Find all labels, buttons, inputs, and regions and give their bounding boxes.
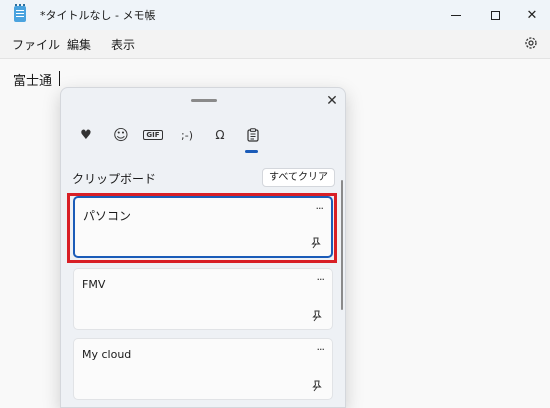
title-bar: *タイトルなし - メモ帳 ✕	[0, 0, 550, 30]
symbols-icon: Ω	[215, 128, 225, 142]
clipboard-item-text: My cloud	[82, 348, 132, 361]
close-icon: ✕	[326, 93, 338, 109]
notepad-icon	[14, 4, 26, 22]
window-title: *タイトルなし - メモ帳	[40, 9, 156, 22]
close-window-button[interactable]: ✕	[510, 0, 550, 30]
drag-handle[interactable]	[191, 99, 217, 102]
clipboard-item-text: FMV	[82, 278, 106, 291]
menu-bar: ファイル 編集 表示	[0, 30, 550, 58]
clipboard-item[interactable]: パソコン ···	[73, 196, 333, 258]
panel-scrollbar[interactable]	[341, 180, 343, 310]
selected-tab-indicator	[245, 150, 258, 153]
pin-icon[interactable]	[312, 310, 322, 322]
tab-symbols[interactable]: Ω	[209, 124, 231, 146]
more-options-icon[interactable]: ···	[316, 202, 324, 215]
panel-close-button[interactable]: ✕	[323, 92, 341, 110]
gif-icon: GIF	[143, 130, 163, 140]
pin-icon[interactable]	[311, 237, 321, 249]
tab-kaomoji[interactable]: ;-)	[176, 124, 198, 146]
clipboard-section-title: クリップボード	[72, 172, 157, 186]
clipboard-item-text: パソコン	[83, 209, 132, 223]
clipboard-item[interactable]: FMV ···	[73, 268, 333, 330]
pin-icon[interactable]	[312, 380, 322, 392]
clipboard-panel: ✕ ♥ ☺ GIF ;-) Ω クリップボード すべてクリア パソコン ··· …	[60, 87, 346, 408]
editor-content[interactable]: 富士通	[13, 70, 52, 89]
emoji-icon: ☺	[113, 126, 129, 144]
minimize-button[interactable]	[434, 0, 478, 30]
menu-file[interactable]: ファイル	[12, 36, 60, 53]
tab-stickers[interactable]: ♥	[75, 124, 97, 146]
kaomoji-icon: ;-)	[181, 128, 193, 142]
text-caret	[59, 71, 60, 86]
heart-sticker-icon: ♥	[80, 127, 92, 143]
tab-gif[interactable]: GIF	[142, 124, 164, 146]
menu-edit[interactable]: 編集	[67, 36, 91, 53]
maximize-icon	[490, 10, 500, 20]
close-icon: ✕	[526, 7, 538, 23]
tab-clipboard[interactable]	[242, 124, 264, 146]
menu-view[interactable]: 表示	[111, 36, 135, 53]
settings-gear-icon[interactable]	[523, 35, 539, 51]
minimize-icon	[451, 14, 461, 16]
clear-all-button[interactable]: すべてクリア	[262, 168, 335, 187]
clipboard-icon	[247, 128, 259, 142]
more-options-icon[interactable]: ···	[317, 343, 325, 356]
clipboard-item[interactable]: My cloud ···	[73, 338, 333, 400]
more-options-icon[interactable]: ···	[317, 273, 325, 286]
tab-emoji[interactable]: ☺	[110, 124, 132, 146]
